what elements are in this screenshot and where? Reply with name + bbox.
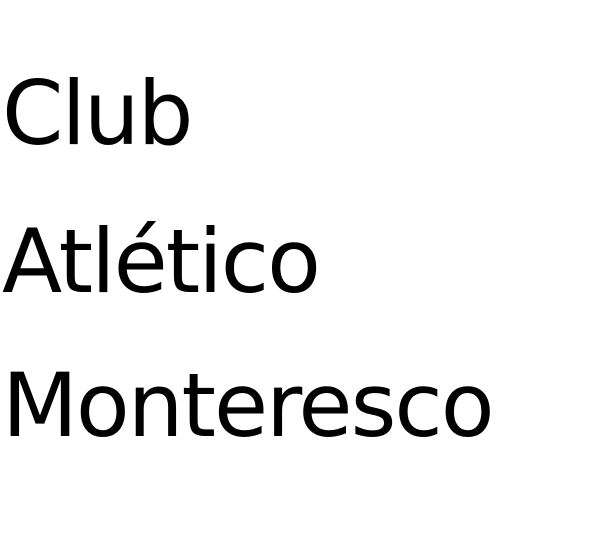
text-line-atletico: Atlético — [2, 210, 321, 313]
club-name-text: Club Atlético Monteresco — [0, 0, 598, 560]
text-line-monteresco: Monteresco — [2, 354, 495, 457]
text-line-club: Club — [2, 62, 194, 165]
